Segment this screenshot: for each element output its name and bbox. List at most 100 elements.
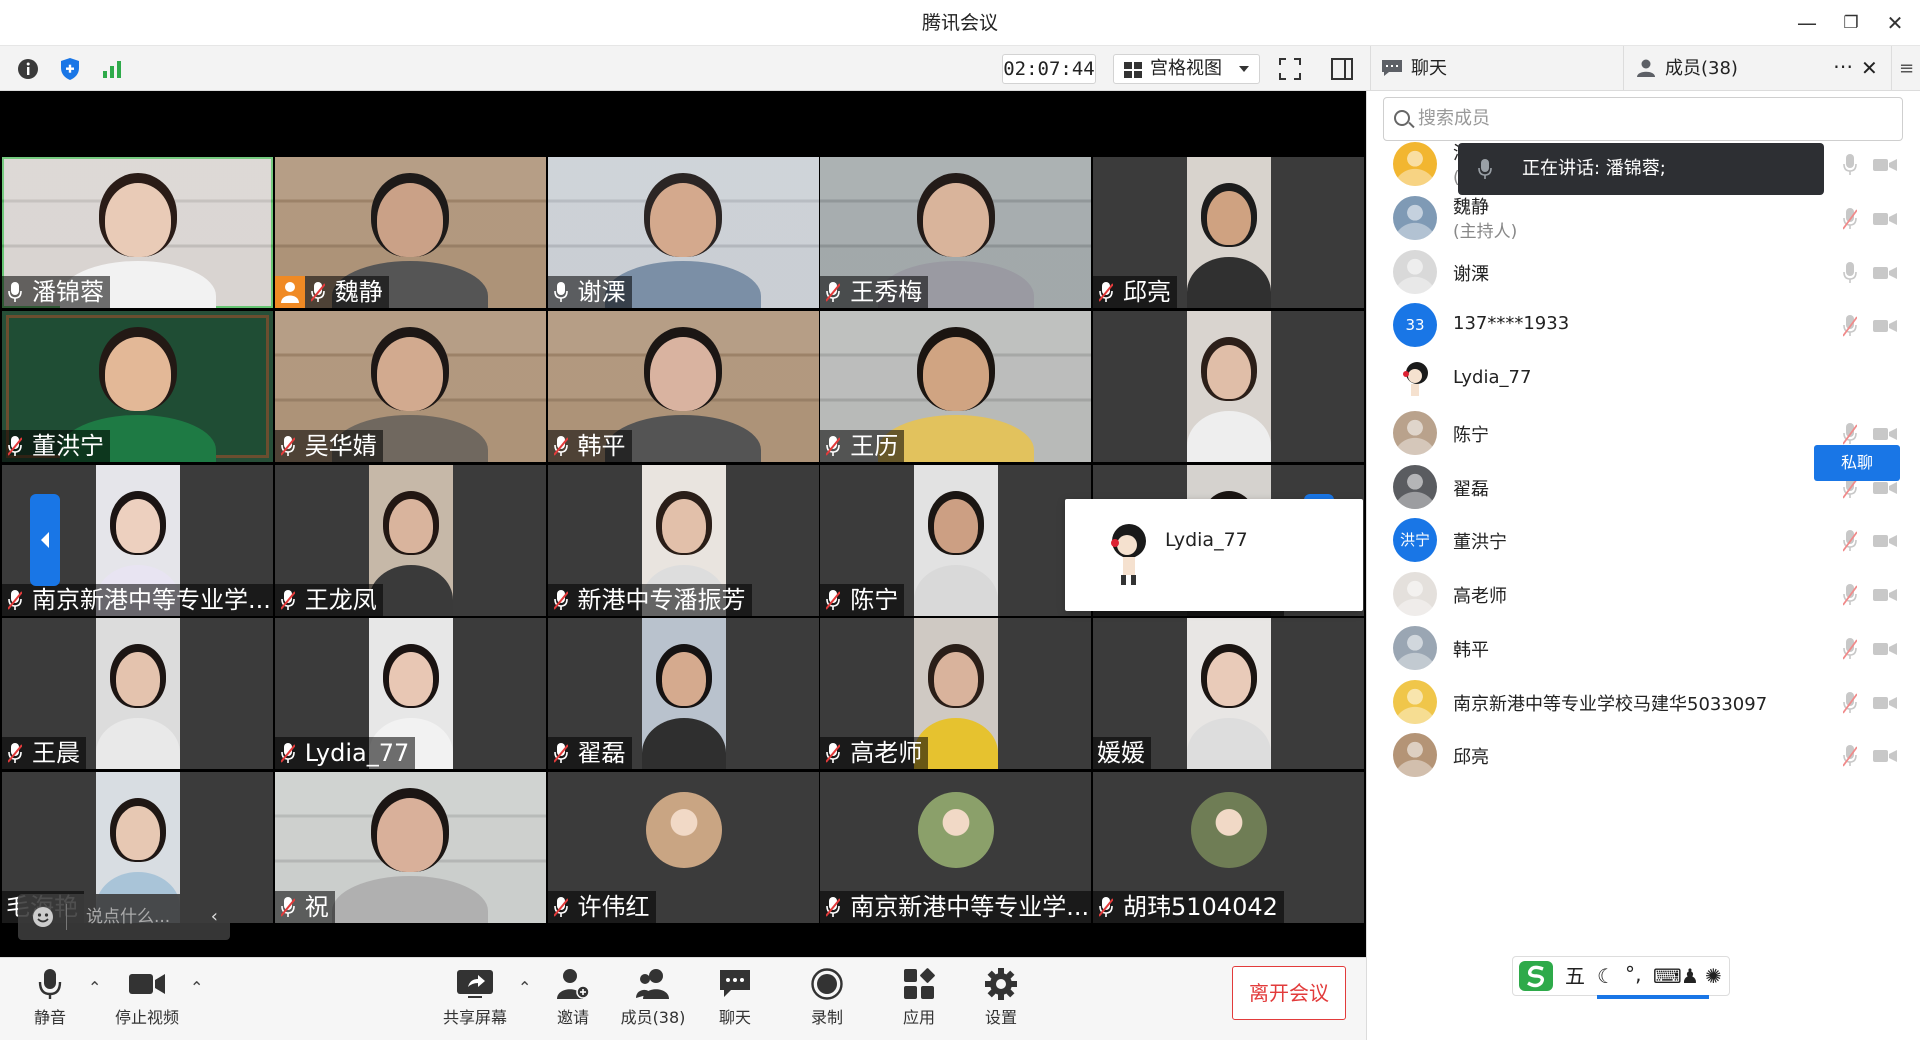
- keyboard-icon[interactable]: ⌨: [1653, 957, 1682, 995]
- participant-face: [377, 798, 444, 872]
- minimize-icon[interactable]: —: [1792, 8, 1822, 38]
- participant-name: 陈宁: [850, 585, 899, 614]
- prev-page-button[interactable]: [30, 494, 60, 586]
- private-chat-button[interactable]: 私聊: [1814, 445, 1900, 481]
- stop-video-button[interactable]: 停止视频: [108, 958, 186, 1041]
- camera-icon[interactable]: [1873, 266, 1897, 280]
- bottom-control-bar: 静音 ⌃ 停止视频 ⌃ 共享屏幕 ⌃ 邀请 成员(38) 聊天 录制 应用 设置…: [0, 957, 1366, 1040]
- quick-chat-input[interactable]: 说点什么... ‹: [18, 894, 230, 940]
- video-tile[interactable]: 高老师: [820, 618, 1092, 770]
- member-name: 魏静: [1453, 196, 1489, 218]
- video-tile[interactable]: [1093, 310, 1364, 462]
- hover-card-name: Lydia_77: [1165, 529, 1248, 551]
- camera-icon[interactable]: [1873, 319, 1897, 333]
- mute-button[interactable]: 静音: [22, 958, 78, 1041]
- member-name: 邱亮: [1453, 747, 1489, 769]
- video-tile[interactable]: 王龙凤: [274, 464, 546, 616]
- security-shield-icon[interactable]: [56, 55, 84, 83]
- member-list-item[interactable]: 邱亮: [1367, 722, 1920, 788]
- camera-icon[interactable]: [1873, 588, 1897, 602]
- leave-meeting-button[interactable]: 离开会议: [1232, 966, 1346, 1020]
- member-icon: [1637, 59, 1655, 77]
- microphone-icon[interactable]: [1843, 261, 1857, 284]
- camera-icon[interactable]: [1873, 534, 1897, 548]
- video-tile[interactable]: 许伟红: [547, 772, 819, 923]
- participant-face: [104, 183, 171, 257]
- video-tile[interactable]: 魏静: [274, 157, 546, 308]
- video-tile[interactable]: 潘锦蓉: [2, 157, 273, 308]
- restore-icon[interactable]: ❐: [1836, 8, 1866, 38]
- camera-icon[interactable]: [1873, 427, 1897, 441]
- tab-chat[interactable]: 聊天: [1371, 46, 1621, 91]
- mic-muted-icon[interactable]: [1843, 530, 1857, 552]
- speaking-text: 正在讲话: 潘锦蓉;: [1522, 158, 1666, 179]
- camera-icon[interactable]: [1873, 481, 1897, 495]
- participant-name: 翟磊: [577, 739, 626, 768]
- participant-name-tag: 吴华婧: [274, 429, 383, 462]
- audio-options-chevron-icon[interactable]: ⌃: [88, 978, 101, 997]
- user-icon[interactable]: ♟: [1681, 957, 1699, 995]
- mic-muted-icon[interactable]: [1843, 584, 1857, 606]
- camera-icon[interactable]: [1873, 212, 1897, 226]
- emoji-icon[interactable]: [32, 906, 54, 928]
- close-panel-icon[interactable]: ✕: [1861, 46, 1878, 91]
- info-icon[interactable]: [14, 55, 42, 83]
- camera-icon[interactable]: [1873, 642, 1897, 656]
- settings-button[interactable]: 设置: [978, 958, 1024, 1041]
- apps-button[interactable]: 应用: [896, 958, 942, 1041]
- camera-icon[interactable]: [1873, 158, 1897, 172]
- microphone-icon[interactable]: [1843, 154, 1857, 176]
- video-tile[interactable]: 韩平: [547, 310, 819, 462]
- fullscreen-icon[interactable]: [1276, 55, 1304, 83]
- punctuation-icon[interactable]: °‚: [1625, 955, 1641, 993]
- video-tile[interactable]: 邱亮: [1093, 157, 1364, 308]
- video-tile[interactable]: 陈宁: [820, 464, 1092, 616]
- signal-strength-icon[interactable]: [98, 55, 126, 83]
- camera-icon[interactable]: [1873, 696, 1897, 710]
- camera-icon[interactable]: [1873, 749, 1897, 763]
- share-options-chevron-icon[interactable]: ⌃: [518, 978, 531, 997]
- video-tile[interactable]: 胡玮5104042: [1093, 772, 1364, 923]
- participant-name-tag: 王晨: [2, 737, 86, 770]
- video-tile[interactable]: 南京新港中等专业学...: [820, 772, 1092, 923]
- video-tile[interactable]: 王晨: [2, 618, 273, 770]
- mic-muted-icon[interactable]: [1843, 315, 1857, 337]
- tab-chat-label: 聊天: [1411, 58, 1447, 79]
- video-tile[interactable]: 谢溧: [547, 157, 819, 308]
- video-tile[interactable]: 王秀梅: [820, 157, 1092, 308]
- video-tile[interactable]: 祝: [274, 772, 546, 923]
- record-button[interactable]: 录制: [804, 958, 850, 1041]
- menu-icon[interactable]: ≡: [1891, 46, 1920, 91]
- participant-name: 吴华婧: [304, 431, 377, 460]
- video-tile[interactable]: 董洪宁: [2, 310, 273, 462]
- share-screen-button[interactable]: 共享屏幕: [440, 958, 510, 1041]
- mic-muted-icon[interactable]: [1843, 637, 1857, 660]
- chat-button[interactable]: 聊天: [712, 958, 758, 1041]
- participant-face: [922, 183, 989, 257]
- microphone-icon: [1478, 159, 1492, 179]
- video-options-chevron-icon[interactable]: ⌃: [190, 978, 203, 997]
- chevron-left-icon[interactable]: ‹: [211, 894, 218, 940]
- mic-muted-icon[interactable]: [1843, 691, 1857, 714]
- meeting-toolbar: 02:07:44 宫格视图: [0, 46, 1370, 91]
- moon-icon[interactable]: ☾: [1597, 957, 1615, 995]
- input-method-bar[interactable]: 五 ☾ °‚ ⌨ ♟ ✺: [1512, 955, 1730, 999]
- video-tile[interactable]: Lydia_77: [274, 618, 546, 770]
- participant-name-tag: 潘锦蓉: [2, 276, 110, 308]
- sidebar-toggle-icon[interactable]: [1328, 55, 1356, 83]
- members-button[interactable]: 成员(38): [616, 958, 690, 1041]
- video-tile[interactable]: 王历: [820, 310, 1092, 462]
- close-icon[interactable]: ✕: [1880, 8, 1910, 38]
- invite-button[interactable]: 邀请: [548, 958, 598, 1041]
- video-tile[interactable]: 翟磊: [547, 618, 819, 770]
- video-tile[interactable]: 吴华婧: [274, 310, 546, 462]
- video-tile[interactable]: 媛媛: [1093, 618, 1364, 770]
- more-options-icon[interactable]: ⋯: [1833, 46, 1853, 86]
- video-tile[interactable]: 新港中专潘振芳: [547, 464, 819, 616]
- toolbox-icon[interactable]: ✺: [1705, 957, 1722, 995]
- mic-muted-icon[interactable]: [1843, 745, 1857, 767]
- mic-muted-icon[interactable]: [1843, 207, 1857, 230]
- tab-members[interactable]: 成员(38): [1625, 46, 1825, 91]
- mic-muted-icon[interactable]: [1843, 422, 1857, 445]
- view-mode-dropdown[interactable]: 宫格视图: [1113, 54, 1260, 84]
